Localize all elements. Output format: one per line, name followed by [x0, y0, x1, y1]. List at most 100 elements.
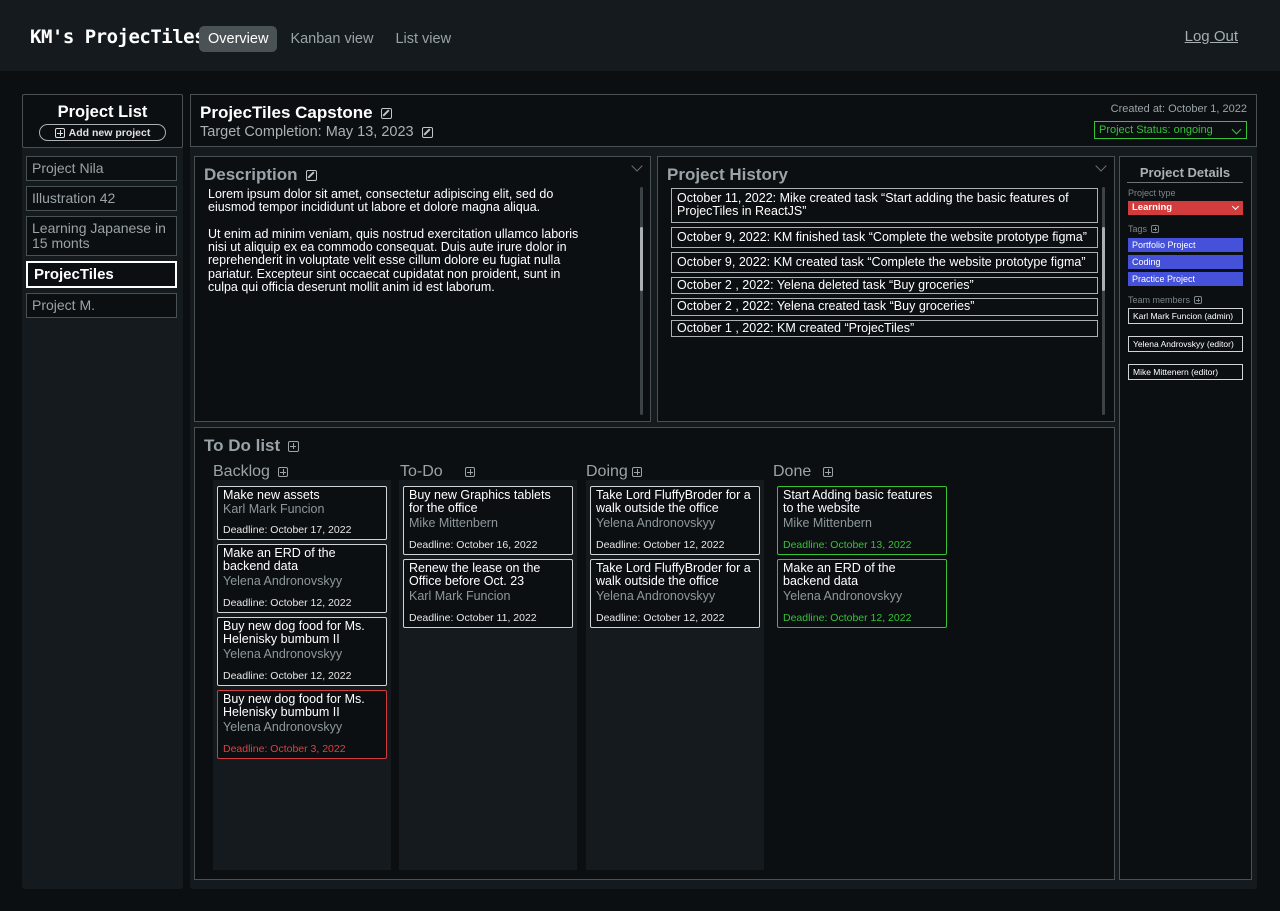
- task-card[interactable]: Make new assets Karl Mark Funcion Deadli…: [217, 486, 387, 540]
- team-member[interactable]: Karl Mark Funcion (admin): [1128, 308, 1243, 324]
- nav-kanban-view[interactable]: Kanban view: [281, 26, 382, 52]
- project-type-select[interactable]: Learning: [1128, 201, 1243, 215]
- details-title: Project Details: [1127, 165, 1243, 183]
- task-deadline: Deadline: October 3, 2022: [223, 743, 346, 755]
- app-logo: KM's ProjecTiles: [30, 26, 206, 48]
- task-title: Make new assets: [223, 488, 320, 502]
- description-text: Lorem ipsum dolor sit amet, consectetur …: [208, 187, 579, 295]
- task-deadline: Deadline: October 11, 2022: [409, 612, 537, 624]
- kanban-column-backlog: Make new assets Karl Mark Funcion Deadli…: [213, 480, 391, 870]
- task-card[interactable]: Make an ERD of the backend data Yelena A…: [217, 544, 387, 613]
- edit-icon[interactable]: [380, 107, 392, 119]
- add-icon: [54, 127, 65, 138]
- logout-link[interactable]: Log Out: [1185, 28, 1238, 45]
- task-assignee: Karl Mark Funcion: [409, 588, 511, 603]
- kanban-column-doing: Take Lord FluffyBroder for a walk outsid…: [586, 480, 764, 870]
- add-card-icon[interactable]: [823, 467, 834, 477]
- task-title: Take Lord FluffyBroder for a walk outsid…: [596, 561, 751, 589]
- tags-label: Tags: [1128, 224, 1148, 234]
- project-item[interactable]: Project Nila: [26, 156, 177, 181]
- project-type-label: Project type: [1128, 188, 1176, 198]
- task-assignee: Yelena Andronovskyy: [783, 588, 903, 603]
- task-title: Make an ERD of the backend data: [223, 546, 336, 574]
- target-completion-row: Target Completion: May 13, 2023: [200, 124, 433, 140]
- task-assignee: Yelena Andronovskyy: [223, 719, 343, 734]
- add-card-icon[interactable]: [464, 467, 475, 477]
- project-history-panel: Project History October 11, 2022: Mike c…: [657, 156, 1115, 422]
- task-deadline: Deadline: October 12, 2022: [223, 597, 352, 609]
- task-title: Make an ERD of the backend data: [783, 561, 896, 589]
- task-assignee: Karl Mark Funcion: [223, 502, 325, 517]
- nav-list-view[interactable]: List view: [386, 26, 460, 52]
- task-deadline: Deadline: October 12, 2022: [783, 612, 912, 624]
- tag-badge[interactable]: Practice Project: [1128, 272, 1243, 286]
- top-navbar: KM's ProjecTiles Overview Kanban view Li…: [0, 0, 1280, 71]
- kanban-column-todo: Buy new Graphics tablets for the office …: [399, 480, 577, 870]
- task-title: Renew the lease on the Office before Oct…: [409, 561, 541, 589]
- team-member[interactable]: Yelena Androvskyy (editor): [1128, 336, 1243, 352]
- task-deadline: Deadline: October 17, 2022: [223, 524, 352, 536]
- scroll-thumb[interactable]: [1102, 227, 1105, 291]
- tag-badge[interactable]: Portfolio Project: [1128, 238, 1243, 252]
- project-item[interactable]: Learning Japanese in 15 monts: [26, 216, 177, 256]
- history-list: October 11, 2022: Mike created task “Sta…: [671, 188, 1098, 341]
- column-title: Doing: [586, 463, 628, 480]
- description-title: Description: [204, 165, 298, 184]
- column-title-todo: To-Do: [400, 463, 475, 481]
- task-assignee: Yelena Andronovskyy: [596, 515, 716, 530]
- created-date: Created at: October 1, 2022: [1110, 103, 1247, 115]
- history-item: October 2 , 2022: Yelena deleted task “B…: [671, 277, 1098, 295]
- task-card[interactable]: Renew the lease on the Office before Oct…: [403, 559, 573, 628]
- nav-overview[interactable]: Overview: [199, 26, 278, 52]
- column-title: Done: [773, 463, 812, 480]
- project-details-panel: Project Details Project type Learning Ta…: [1119, 156, 1252, 880]
- column-title-backlog: Backlog: [213, 463, 288, 481]
- task-assignee: Yelena Andronovskyy: [223, 573, 343, 588]
- scroll-thumb[interactable]: [640, 227, 643, 291]
- add-tag-icon[interactable]: [1151, 225, 1160, 233]
- history-scrollbar[interactable]: [1102, 187, 1105, 415]
- task-card[interactable]: Buy new dog food for Ms. Helenisky bumbu…: [217, 617, 387, 686]
- chevron-down-icon: [1231, 202, 1240, 211]
- project-title: ProjecTiles Capstone: [200, 103, 373, 122]
- history-title: Project History: [667, 165, 788, 184]
- task-deadline: Deadline: October 12, 2022: [596, 612, 725, 624]
- add-card-icon[interactable]: [631, 467, 642, 477]
- project-status-select[interactable]: Project Status: ongoing: [1094, 121, 1247, 139]
- description-panel: Description Lorem ipsum dolor sit amet, …: [194, 156, 651, 422]
- column-title: To-Do: [400, 463, 443, 480]
- project-status-value: Project Status: ongoing: [1099, 124, 1213, 136]
- task-card[interactable]: Take Lord FluffyBroder for a walk outsid…: [590, 559, 760, 628]
- task-card[interactable]: Take Lord FluffyBroder for a walk outsid…: [590, 486, 760, 555]
- task-card-done[interactable]: Start Adding basic features to the websi…: [777, 486, 947, 555]
- project-item-selected[interactable]: ProjecTiles: [26, 261, 177, 288]
- project-list-header: Project List Add new project: [22, 94, 183, 148]
- task-deadline: Deadline: October 16, 2022: [409, 539, 538, 551]
- description-scrollbar[interactable]: [640, 187, 643, 415]
- edit-icon[interactable]: [421, 126, 433, 138]
- project-item[interactable]: Project M.: [26, 293, 177, 318]
- collapse-chevron-icon[interactable]: [631, 160, 643, 172]
- task-card-overdue[interactable]: Buy new dog food for Ms. Helenisky bumbu…: [217, 690, 387, 759]
- add-member-icon[interactable]: [1194, 296, 1203, 304]
- task-card-done[interactable]: Make an ERD of the backend data Yelena A…: [777, 559, 947, 628]
- add-task-icon[interactable]: [288, 440, 300, 452]
- add-project-button[interactable]: Add new project: [39, 124, 166, 141]
- team-members-label-row: Team members: [1128, 295, 1203, 305]
- project-type-value: Learning: [1132, 202, 1173, 213]
- task-card[interactable]: Buy new Graphics tablets for the office …: [403, 486, 573, 555]
- project-list-sidebar: Project List Add new project Project Nil…: [22, 94, 183, 889]
- team-members-label: Team members: [1128, 295, 1191, 305]
- collapse-chevron-icon[interactable]: [1095, 160, 1107, 172]
- task-deadline: Deadline: October 13, 2022: [783, 539, 912, 551]
- todo-title-row: To Do list: [204, 436, 300, 456]
- task-title: Buy new Graphics tablets for the office: [409, 488, 551, 516]
- tag-badge[interactable]: Coding: [1128, 255, 1243, 269]
- edit-icon[interactable]: [305, 169, 317, 181]
- target-completion: Target Completion: May 13, 2023: [200, 124, 414, 140]
- team-member[interactable]: Mike Mittenern (editor): [1128, 364, 1243, 380]
- tags-label-row: Tags: [1128, 224, 1160, 234]
- history-item: October 2 , 2022: Yelena created task “B…: [671, 298, 1098, 316]
- add-card-icon[interactable]: [277, 467, 288, 477]
- project-item[interactable]: Illustration 42: [26, 186, 177, 211]
